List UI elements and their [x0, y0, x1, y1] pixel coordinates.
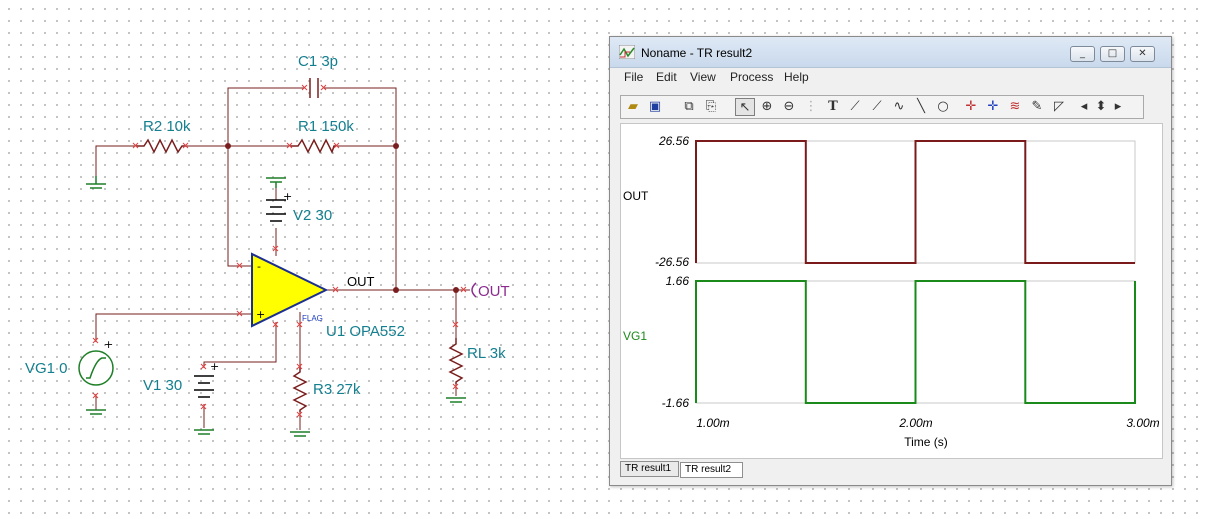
resistor-r1[interactable]: [290, 138, 336, 154]
x-tick-1: 1.00m: [696, 416, 729, 430]
wave-icon[interactable]: ≋: [1005, 98, 1025, 116]
line-icon[interactable]: ╲: [911, 98, 931, 116]
x-tick-3: 3.00m: [1126, 416, 1159, 430]
battery-v2[interactable]: [266, 199, 286, 222]
lower-y-tick-bottom: -1.66: [662, 396, 690, 410]
scroll-right-icon[interactable]: ▸: [1111, 98, 1125, 116]
zoom-out-icon[interactable]: ⊖: [779, 98, 799, 116]
opamp-minus-sign: -: [257, 260, 261, 273]
resistor-r2[interactable]: [136, 138, 186, 154]
out-net-label: OUT: [347, 274, 375, 289]
ground-symbol-v2: [266, 177, 286, 188]
vg1-plus-sign: +: [104, 338, 113, 351]
signal-source-vg1[interactable]: [78, 350, 114, 386]
r3-label: R3 27k: [313, 381, 361, 398]
ground-symbol-vg1: [86, 409, 106, 415]
ground-symbol-v1: [194, 429, 214, 435]
scroll-updown-icon[interactable]: ⬍: [1093, 98, 1109, 116]
lower-plot: 1.66 -1.66 VG1 1.00m 2.00m 3.00m Time (s…: [623, 274, 1160, 449]
zoom-in-icon[interactable]: ⊕: [757, 98, 777, 116]
c1-label: C1 3p: [298, 53, 338, 70]
scroll-left-icon[interactable]: ◂: [1077, 98, 1091, 116]
lower-y-tick-top: 1.66: [666, 274, 690, 288]
curve-icon[interactable]: ∿: [889, 98, 909, 116]
tab-tr-result2[interactable]: TR result2: [680, 462, 743, 478]
rl-label: RL 3k: [467, 345, 506, 362]
paste-icon[interactable]: ⎘: [701, 98, 721, 116]
menu-view[interactable]: View: [690, 70, 716, 84]
minimize-button[interactable]: _: [1070, 46, 1095, 62]
menu-bar: File Edit View Process Help: [610, 67, 1171, 87]
upper-y-label: OUT: [623, 189, 649, 203]
app-icon: [619, 45, 635, 59]
copy-icon[interactable]: ⧉: [679, 98, 699, 116]
resistor-r3[interactable]: [292, 366, 308, 412]
u1-label: U1 OPA552: [326, 323, 405, 340]
upper-y-tick-bottom: -26.56: [655, 255, 689, 269]
upper-plot: 26.56 -26.56 OUT: [623, 134, 1136, 269]
output-port-symbol[interactable]: [471, 282, 477, 298]
circle-icon[interactable]: ○: [933, 98, 953, 116]
title-bar[interactable]: Noname - TR result2 _ □ ✕: [610, 37, 1171, 68]
marker-a-icon[interactable]: ✛: [961, 98, 981, 116]
open-icon[interactable]: ▰: [623, 98, 643, 116]
toolbar: ▰ ▣ ⧉ ⎘ ↖ ⊕ ⊖ ⋮ T ⟋ ⟋ ∿ ╲ ○ ✛ ✛ ≋ ✎ ◸ ◂ …: [620, 95, 1144, 119]
waveform-chart[interactable]: 26.56 -26.56 OUT 1.66 -1.66 VG1 1.00m 2.…: [621, 124, 1162, 458]
v1-plus-sign: +: [210, 360, 219, 373]
menu-edit[interactable]: Edit: [656, 70, 677, 84]
plot-area[interactable]: 26.56 -26.56 OUT 1.66 -1.66 VG1 1.00m 2.…: [620, 123, 1163, 459]
ground-symbol-rl: [446, 397, 466, 403]
x-tick-2: 2.00m: [898, 416, 932, 430]
tab-tr-result1[interactable]: TR result1: [620, 461, 679, 477]
tr-result-window[interactable]: Noname - TR result2 _ □ ✕ File Edit View…: [609, 36, 1172, 486]
menu-help[interactable]: Help: [784, 70, 809, 84]
maximize-button[interactable]: □: [1100, 46, 1125, 62]
grid-icon[interactable]: ⋮: [801, 98, 821, 116]
pen-icon[interactable]: ✎: [1027, 98, 1047, 116]
resistor-rl[interactable]: [448, 338, 464, 384]
window-title: Noname - TR result2: [641, 46, 753, 60]
flag-label: FLAG: [302, 314, 323, 323]
menu-file[interactable]: File: [624, 70, 643, 84]
step-icon[interactable]: ◸: [1049, 98, 1069, 116]
capacitor-c1[interactable]: [309, 78, 319, 98]
text-icon[interactable]: T: [823, 98, 843, 116]
v2-plus-sign: +: [283, 190, 292, 203]
x-axis-label: Time (s): [904, 435, 948, 449]
circuit-schematic[interactable]: C1 3p R2 10k R1 150k + V2 30 - + U1 OPA5…: [0, 0, 600, 519]
r1-label: R1 150k: [298, 118, 354, 135]
opamp-plus-sign: +: [256, 308, 265, 321]
battery-v1[interactable]: [194, 375, 214, 398]
upper-y-tick-top: 26.56: [658, 134, 689, 148]
v1-label: V1 30: [143, 377, 182, 394]
ground-symbol-r2: [86, 176, 106, 189]
lower-y-label: VG1: [623, 329, 647, 343]
v2-label: V2 30: [293, 207, 332, 224]
pointer-icon[interactable]: ↖: [735, 98, 755, 116]
cursor-b-icon[interactable]: ⟋: [867, 98, 887, 116]
output-port-label: OUT: [478, 283, 510, 300]
save-icon[interactable]: ▣: [645, 98, 665, 116]
cursor-a-icon[interactable]: ⟋: [845, 98, 865, 116]
marker-b-icon[interactable]: ✛: [983, 98, 1003, 116]
r2-label: R2 10k: [143, 118, 191, 135]
vg1-label: VG1 0: [25, 360, 68, 377]
ground-symbol-r3: [290, 431, 310, 437]
close-button[interactable]: ✕: [1130, 46, 1155, 62]
menu-process[interactable]: Process: [730, 70, 773, 84]
